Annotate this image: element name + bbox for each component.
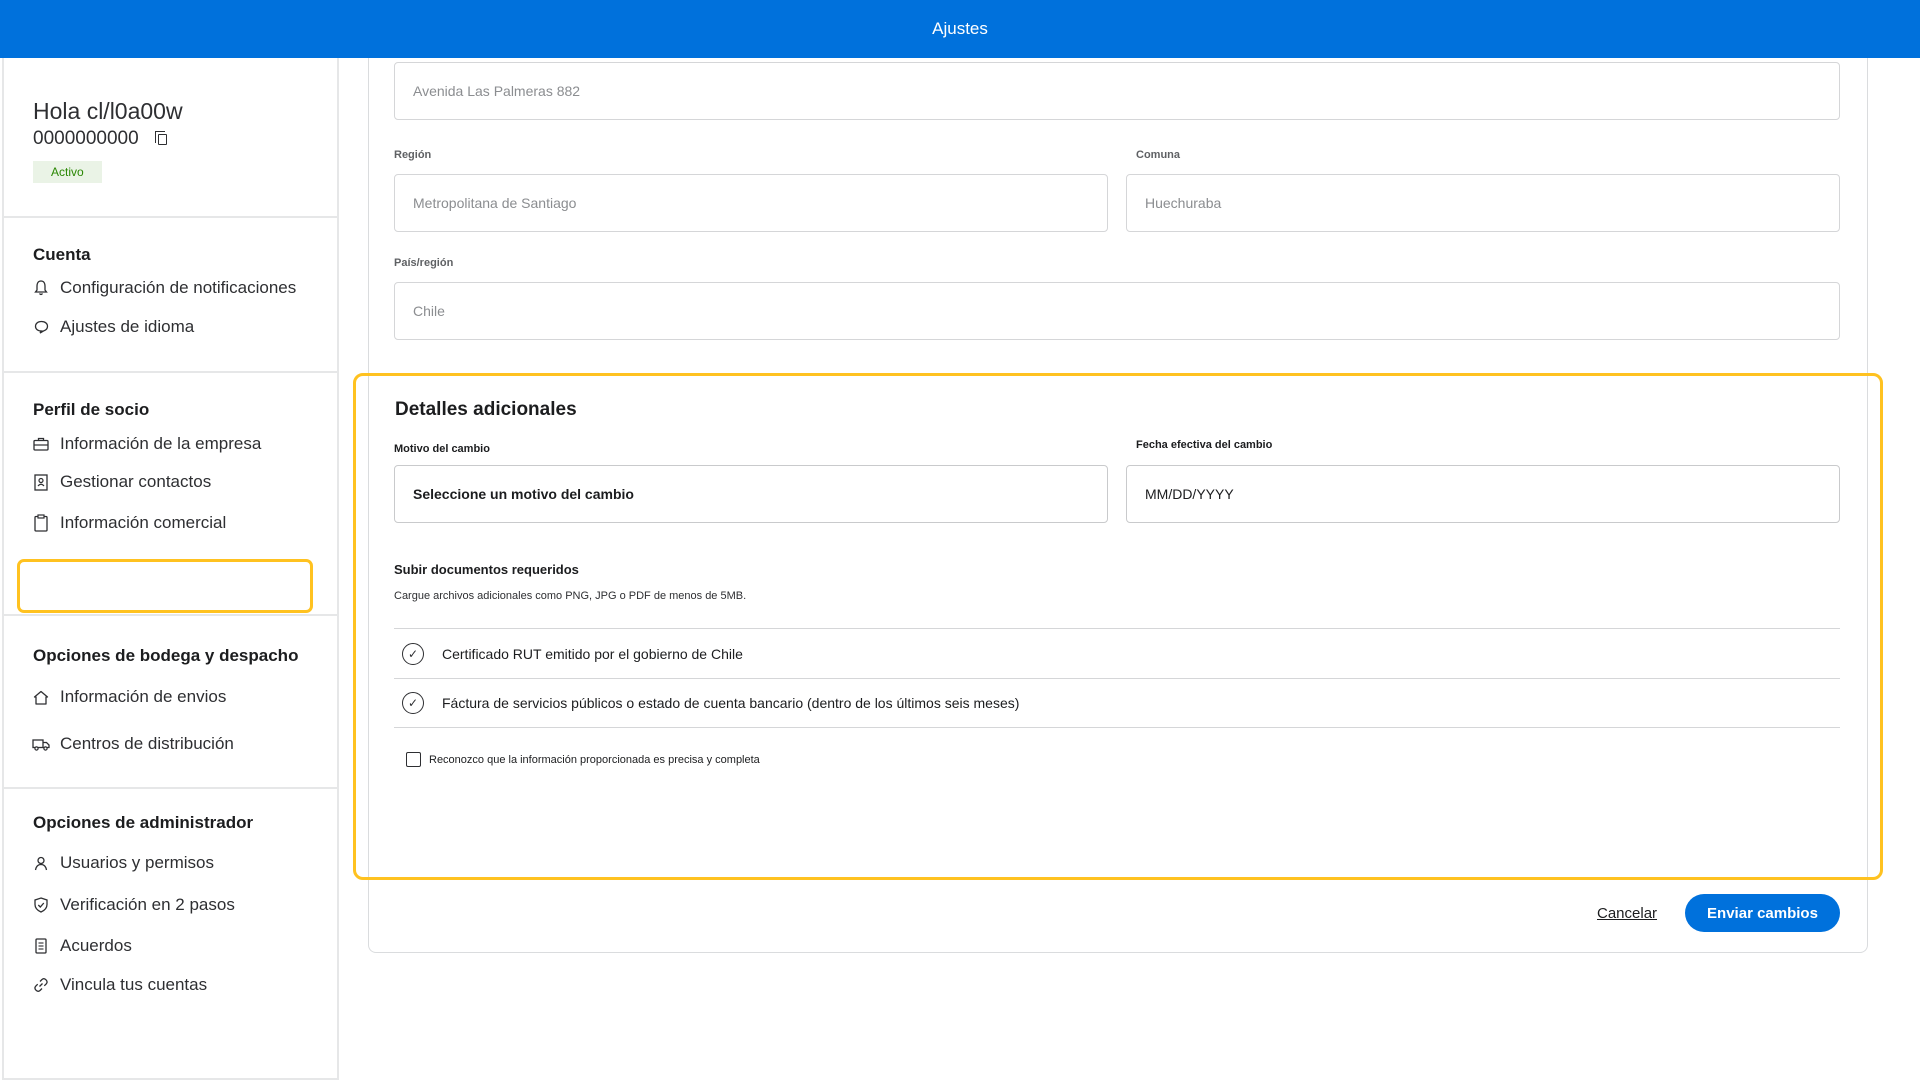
sidebar-item-label: Gestionar contactos bbox=[60, 472, 212, 491]
region-label: Región bbox=[394, 149, 432, 161]
section-title-account: Cuenta bbox=[33, 245, 91, 264]
section-title-partner: Perfil de socio bbox=[33, 400, 150, 419]
briefcase-icon bbox=[32, 435, 50, 453]
sidebar-item-label: Información comercial bbox=[60, 513, 227, 532]
sidebar-item-label: Información de envios bbox=[60, 687, 227, 706]
sidebar-item-users[interactable]: Usuarios y permisos bbox=[32, 853, 214, 873]
country-field[interactable]: Chile bbox=[394, 282, 1840, 340]
acknowledge-row[interactable]: Reconozco que la información proporciona… bbox=[406, 752, 760, 767]
sidebar-item-link-accounts[interactable]: Vincula tus cuentas bbox=[32, 975, 207, 995]
document-icon bbox=[32, 937, 50, 955]
sidebar-section-warehouse: Opciones de bodega y despacho Informació… bbox=[4, 616, 337, 789]
document-row[interactable]: ✓ Fáctura de servicios públicos o estado… bbox=[394, 678, 1840, 728]
link-icon bbox=[32, 976, 50, 994]
commune-field[interactable]: Huechuraba bbox=[1126, 174, 1840, 232]
shield-check-icon bbox=[32, 896, 50, 914]
acknowledge-checkbox[interactable] bbox=[406, 752, 421, 767]
sidebar-item-label: Vincula tus cuentas bbox=[60, 975, 208, 994]
sidebar-item-label: Configuración de notificaciones bbox=[60, 278, 297, 297]
page-title: Ajustes bbox=[932, 19, 988, 38]
sidebar-item-label: Ajustes de idioma bbox=[60, 317, 195, 336]
submit-button[interactable]: Enviar cambios bbox=[1685, 894, 1840, 932]
speech-bubble-icon bbox=[32, 318, 50, 336]
sidebar-item-label: Información de la empresa bbox=[60, 434, 262, 453]
reason-label: Motivo del cambio bbox=[394, 443, 490, 455]
cancel-button[interactable]: Cancelar bbox=[1597, 905, 1657, 922]
sidebar-item-label: Acuerdos bbox=[60, 936, 132, 955]
bell-icon bbox=[32, 279, 50, 297]
section-title-warehouse: Opciones de bodega y despacho bbox=[33, 646, 299, 665]
date-label: Fecha efectiva del cambio bbox=[1136, 439, 1273, 451]
sidebar-item-notifications[interactable]: Configuración de notificaciones bbox=[32, 278, 296, 298]
details-highlight bbox=[353, 373, 1883, 880]
profile-section: Hola cl/l0a00w 0000000000 Activo bbox=[4, 58, 337, 218]
sidebar-section-account: Cuenta Configuración de notificaciones A… bbox=[4, 218, 337, 373]
check-circle-icon: ✓ bbox=[402, 642, 424, 665]
truck-icon bbox=[32, 735, 50, 753]
sidebar-item-commercial-info[interactable]: Información comercial bbox=[32, 513, 226, 533]
status-badge: Activo bbox=[33, 161, 102, 183]
reason-select[interactable]: Seleccione un motivo del cambio bbox=[394, 465, 1108, 523]
street-address-field[interactable]: Avenida Las Palmeras 882 bbox=[394, 62, 1840, 120]
sidebar-item-shipping-info[interactable]: Información de envios bbox=[32, 687, 226, 707]
section-title-admin: Opciones de administrador bbox=[33, 813, 254, 832]
contact-book-icon bbox=[32, 473, 50, 491]
upload-title: Subir documentos requeridos bbox=[394, 562, 579, 577]
sidebar-item-two-step[interactable]: Verificación en 2 pasos bbox=[32, 895, 235, 915]
sidebar-item-company-info[interactable]: Información de la empresa bbox=[32, 434, 261, 454]
sidebar-highlight bbox=[17, 559, 313, 613]
top-bar: Ajustes bbox=[0, 0, 1920, 58]
upload-description: Cargue archivos adicionales como PNG, JP… bbox=[394, 590, 747, 602]
sidebar-item-label: Verificación en 2 pasos bbox=[60, 895, 235, 914]
document-label: Fáctura de servicios públicos o estado d… bbox=[442, 695, 1020, 711]
sidebar-item-distribution-centers[interactable]: Centros de distribución bbox=[32, 734, 234, 754]
document-row[interactable]: ✓ Certificado RUT emitido por el gobiern… bbox=[394, 628, 1840, 678]
sidebar: Hola cl/l0a00w 0000000000 Activo Cuenta … bbox=[2, 58, 339, 1080]
effective-date-input[interactable]: MM/DD/YYYY bbox=[1126, 465, 1840, 523]
home-icon bbox=[32, 688, 50, 706]
sidebar-item-agreements[interactable]: Acuerdos bbox=[32, 936, 132, 956]
user-icon bbox=[32, 854, 50, 872]
sidebar-section-admin: Opciones de administrador Usuarios y per… bbox=[4, 789, 337, 994]
account-id-value: 0000000000 bbox=[33, 128, 139, 149]
country-label: País/región bbox=[394, 257, 454, 269]
sidebar-item-contacts[interactable]: Gestionar contactos bbox=[32, 472, 211, 492]
region-field[interactable]: Metropolitana de Santiago bbox=[394, 174, 1108, 232]
greeting: Hola cl/l0a00w bbox=[33, 98, 183, 124]
check-circle-icon: ✓ bbox=[402, 692, 424, 714]
details-heading: Detalles adicionales bbox=[395, 399, 577, 420]
copy-icon[interactable] bbox=[154, 130, 167, 145]
sidebar-item-language[interactable]: Ajustes de idioma bbox=[32, 317, 194, 337]
clipboard-icon bbox=[32, 514, 50, 532]
account-id: 0000000000 bbox=[33, 128, 167, 150]
commune-label: Comuna bbox=[1136, 149, 1180, 161]
document-label: Certificado RUT emitido por el gobierno … bbox=[442, 645, 743, 662]
sidebar-item-label: Centros de distribución bbox=[60, 734, 234, 753]
sidebar-item-label: Usuarios y permisos bbox=[60, 853, 214, 872]
acknowledge-label: Reconozco que la información proporciona… bbox=[429, 753, 760, 766]
